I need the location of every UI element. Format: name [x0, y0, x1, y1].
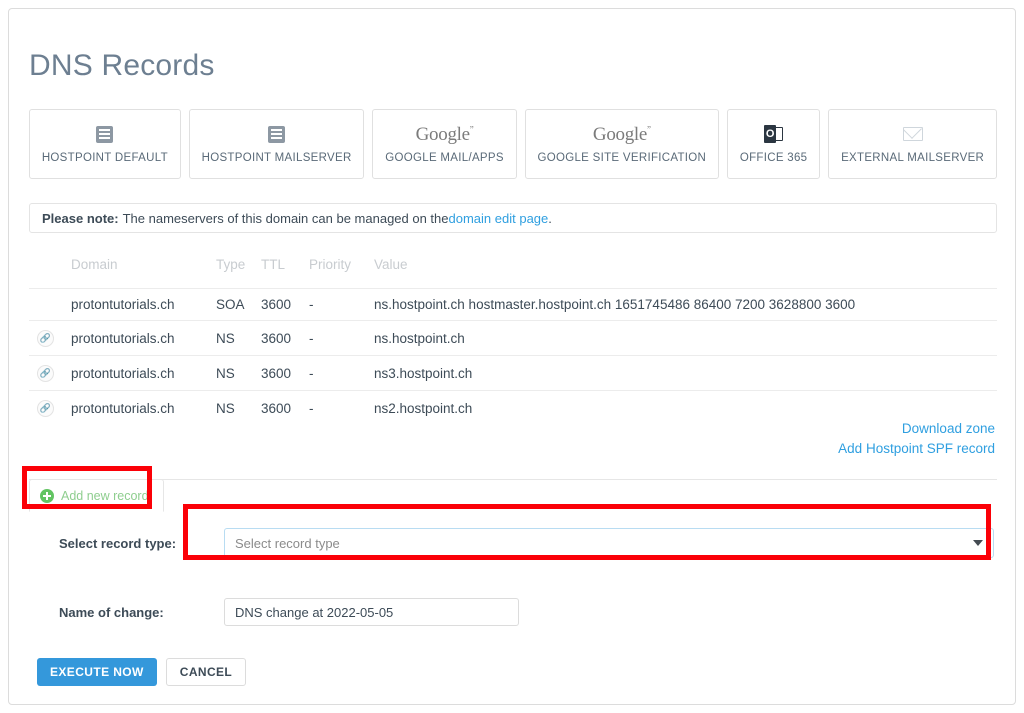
cell-type: NS	[216, 355, 261, 391]
envelope-icon	[902, 124, 923, 144]
cell-ttl: 3600	[261, 320, 309, 356]
cell-priority: -	[309, 355, 374, 391]
column-header-type: Type	[216, 257, 246, 272]
preset-buttons-row: HOSTPOINT DEFAULT HOSTPOINT MAILSERVER G…	[29, 109, 998, 179]
execute-now-button[interactable]: EXECUTE NOW	[37, 658, 157, 686]
column-header-domain: Domain	[71, 257, 118, 272]
cell-domain: protontutorials.ch	[71, 320, 216, 356]
column-header-ttl: TTL	[261, 257, 286, 272]
record-type-selected-value: Select record type	[235, 535, 340, 551]
note-text-after: .	[548, 210, 552, 226]
chevron-down-icon	[973, 540, 983, 546]
form-actions: EXECUTE NOW CANCEL	[37, 658, 247, 686]
cell-ttl: 3600	[261, 288, 309, 321]
cell-value: ns3.hostpoint.ch	[374, 355, 997, 391]
cell-priority: -	[309, 390, 374, 425]
row-link-icon-cell: 🔗	[29, 320, 71, 356]
zone-links: Download zone Add Hostpoint SPF record	[695, 419, 995, 459]
link-icon[interactable]: 🔗	[37, 330, 54, 347]
download-zone-link[interactable]: Download zone	[695, 419, 995, 439]
nameserver-note: Please note: The nameservers of this dom…	[29, 203, 997, 233]
preset-button-external-mailserver[interactable]: EXTERNAL MAILSERVER	[828, 109, 998, 179]
google-logo-text: Google	[415, 123, 470, 145]
cell-value: ns.hostpoint.ch hostmaster.hostpoint.ch …	[374, 288, 997, 321]
cancel-button[interactable]: CANCEL	[165, 658, 247, 686]
google-logo-text: Google	[592, 123, 648, 145]
column-header-value: Value	[374, 257, 408, 272]
cell-type: NS	[216, 320, 261, 356]
record-type-label: Select record type:	[59, 535, 177, 551]
table-row: 🔗 protontutorials.ch NS 3600 - ns.hostpo…	[29, 320, 997, 356]
record-type-row: Select record type: Select record type	[59, 528, 994, 558]
column-header-icon	[29, 251, 71, 289]
note-text-before: The nameservers of this domain can be ma…	[122, 210, 449, 226]
link-icon[interactable]: 🔗	[37, 400, 54, 417]
add-hostpoint-spf-record-link[interactable]: Add Hostpoint SPF record	[695, 439, 995, 459]
document-list-icon	[268, 124, 286, 144]
row-link-icon-cell	[29, 288, 71, 321]
preset-button-hostpoint-default[interactable]: HOSTPOINT DEFAULT	[29, 109, 181, 179]
note-prefix: Please note:	[42, 210, 119, 226]
table-row: 🔗 protontutorials.ch NS 3600 - ns3.hostp…	[29, 355, 997, 391]
cell-priority: -	[309, 320, 374, 356]
google-logo-icon: Google”	[415, 123, 474, 145]
add-record-form-panel: Add new record Select record type: Selec…	[29, 479, 997, 626]
name-of-change-label: Name of change:	[59, 604, 164, 620]
preset-button-google-site-verification[interactable]: Google” GOOGLE SITE VERIFICATION	[524, 109, 719, 179]
preset-label: OFFICE 365	[739, 152, 808, 164]
cell-priority: -	[309, 288, 374, 321]
domain-edit-page-link[interactable]: domain edit page	[449, 211, 549, 226]
cell-domain: protontutorials.ch	[71, 288, 216, 321]
preset-label: GOOGLE SITE VERIFICATION	[537, 152, 707, 164]
link-icon[interactable]: 🔗	[37, 365, 54, 382]
cell-domain: protontutorials.ch	[71, 355, 216, 391]
cell-value: ns.hostpoint.ch	[374, 320, 997, 356]
cell-ttl: 3600	[261, 355, 309, 391]
name-of-change-row: Name of change:	[59, 598, 519, 626]
content-panel: DNS Records HOSTPOINT DEFAULT HOSTPOINT …	[8, 8, 1016, 705]
cell-type: NS	[216, 390, 261, 425]
dns-records-table-wrap: Domain Type TTL Priority Value protontut…	[29, 251, 997, 425]
cell-type: SOA	[216, 288, 261, 321]
preset-button-google-mail-apps[interactable]: Google” GOOGLE MAIL/APPS	[372, 109, 517, 179]
preset-label: GOOGLE MAIL/APPS	[385, 152, 504, 164]
page-title: DNS Records	[29, 49, 215, 83]
table-row: protontutorials.ch SOA 3600 - ns.hostpoi…	[29, 288, 997, 321]
preset-button-hostpoint-mailserver[interactable]: HOSTPOINT MAILSERVER	[188, 109, 365, 179]
add-new-record-label: Add new record	[61, 488, 149, 503]
dns-records-table: Domain Type TTL Priority Value protontut…	[29, 251, 997, 425]
office365-letter: O	[765, 128, 775, 140]
plus-circle-icon	[40, 488, 54, 503]
table-header-row: Domain Type TTL Priority Value	[29, 251, 997, 289]
cell-ttl: 3600	[261, 390, 309, 425]
preset-label: HOSTPOINT MAILSERVER	[201, 152, 352, 164]
row-link-icon-cell: 🔗	[29, 355, 71, 391]
preset-button-office-365[interactable]: O OFFICE 365	[727, 109, 821, 179]
cell-domain: protontutorials.ch	[71, 390, 216, 425]
google-logo-icon: Google”	[592, 123, 651, 145]
preset-label: HOSTPOINT DEFAULT	[41, 152, 168, 164]
record-type-select[interactable]: Select record type	[224, 528, 994, 558]
document-list-icon	[96, 124, 114, 144]
office365-icon: O	[764, 124, 784, 144]
column-header-priority: Priority	[309, 257, 352, 272]
dns-records-page: DNS Records HOSTPOINT DEFAULT HOSTPOINT …	[0, 0, 1024, 713]
table-body: protontutorials.ch SOA 3600 - ns.hostpoi…	[29, 288, 997, 425]
name-of-change-input[interactable]	[224, 598, 519, 626]
preset-label: EXTERNAL MAILSERVER	[841, 152, 985, 164]
add-new-record-tab[interactable]: Add new record	[29, 479, 164, 512]
row-link-icon-cell: 🔗	[29, 390, 71, 425]
